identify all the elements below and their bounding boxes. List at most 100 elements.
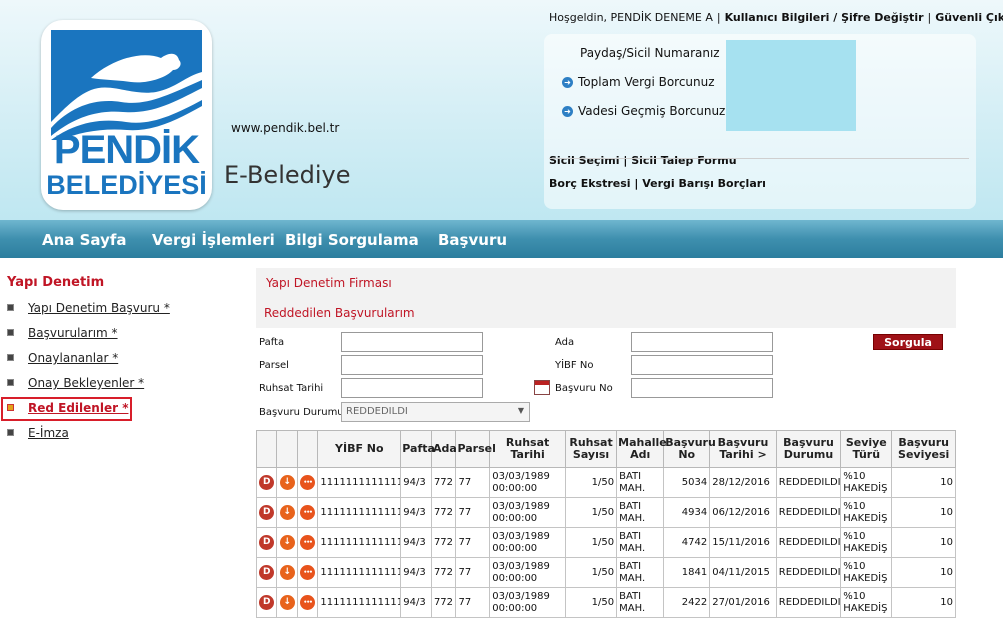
yibf-input[interactable] — [631, 355, 773, 375]
ruhsat-tarihi-input[interactable] — [341, 378, 483, 398]
download-icon[interactable]: ↓ — [279, 475, 295, 490]
overdue-debt-label: Vadesi Geçmiş Borcunuz — [578, 104, 726, 118]
col-header-ada[interactable]: Ada — [430, 430, 457, 468]
nav-bilgi-sorgulama[interactable]: Bilgi Sorgulama — [285, 231, 419, 249]
detail-icon[interactable]: D — [259, 565, 275, 580]
more-icon[interactable]: ••• — [300, 565, 316, 580]
basvuru-durumu-select[interactable]: REDDEDILDI ▼ — [341, 402, 530, 422]
search-button[interactable]: Sorgula — [873, 334, 943, 350]
row-action-cell: D — [255, 527, 278, 558]
table-row[interactable]: D ↓ ••• 1111111111111 94/3 772 77 03/03/1989 00… — [255, 467, 956, 498]
cell-mahalle: BATI MAH. — [616, 497, 665, 528]
parsel-input[interactable] — [341, 355, 483, 375]
yibf-label: YİBF No — [555, 360, 594, 371]
cell-parsel: 77 — [455, 497, 491, 528]
cell-parsel: 77 — [455, 557, 491, 588]
row-action-cell: ↓ — [276, 497, 298, 528]
cell-basvuru-no: 2422 — [663, 587, 711, 618]
more-icon[interactable]: ••• — [300, 535, 316, 550]
cell-mahalle: BATI MAH. — [616, 557, 665, 588]
ada-label: Ada — [555, 337, 575, 348]
arrow-right-icon: ➜ — [562, 77, 573, 88]
col-header-basvuru-no[interactable]: Başvuru No — [663, 430, 716, 468]
col-header-parsel[interactable]: Parsel — [455, 430, 496, 468]
cell-seviye-turu: %10 HAKEDİŞ — [840, 587, 893, 618]
cell-durum: REDDEDILDI — [775, 557, 842, 588]
cell-seviye-turu: %10 HAKEDİŞ — [840, 527, 893, 558]
download-icon[interactable]: ↓ — [279, 595, 295, 610]
user-info-link[interactable]: Kullanıcı Bilgileri / Şifre Değiştir — [725, 11, 924, 24]
nav-vergi-islemleri[interactable]: Vergi İşlemleri — [152, 231, 275, 249]
logout-link[interactable]: Güvenli Çıkış — [935, 11, 1003, 24]
table-row[interactable]: D ↓ ••• 1111111111111 94/3 772 77 03/03/1989 00… — [255, 497, 956, 528]
overdue-debt-row[interactable]: ➜ Vadesi Geçmiş Borcunuz — [562, 104, 725, 118]
sidebar-item-onaylananlar[interactable]: Onaylananlar * — [7, 351, 118, 365]
table-row[interactable]: D ↓ ••• 1111111111111 94/3 772 77 03/03/1989 00… — [255, 557, 956, 588]
sidebar-item-basvurularim[interactable]: Başvurularım * — [7, 326, 118, 340]
borc-ekstresi-link[interactable]: Borç Ekstresi — [549, 177, 631, 190]
cell-pafta: 94/3 — [400, 587, 432, 618]
pendik-logo[interactable]: PENDİK BELEDİYESİ — [41, 20, 212, 210]
more-icon[interactable]: ••• — [300, 505, 316, 520]
ada-input[interactable] — [631, 332, 773, 352]
dove-wave-icon — [51, 30, 202, 140]
pafta-label: Pafta — [259, 337, 285, 348]
row-action-cell: D — [255, 497, 278, 528]
sidebar-item-label[interactable]: Başvurularım * — [28, 326, 118, 340]
row-action-cell: D — [255, 467, 278, 498]
detail-icon[interactable]: D — [259, 595, 275, 610]
nav-ana-sayfa[interactable]: Ana Sayfa — [42, 231, 127, 249]
detail-icon[interactable]: D — [259, 475, 275, 490]
sidebar-item-e-imza[interactable]: E-İmza — [7, 426, 69, 440]
sidebar-item-onay-bekleyenler[interactable]: Onay Bekleyenler * — [7, 376, 144, 390]
cell-yibf: 1111111111111 — [317, 587, 402, 618]
basvuru-no-input[interactable] — [631, 378, 773, 398]
sicil-secimi-link[interactable]: Sicil Seçimi — [549, 154, 620, 167]
vergi-barisi-link[interactable]: Vergi Barışı Borçları — [642, 177, 766, 190]
col-header-ruhsat-tarihi[interactable]: Ruhsat Tarihi — [489, 430, 566, 468]
detail-icon[interactable]: D — [259, 535, 275, 550]
account-values-box — [726, 40, 856, 131]
parsel-label: Parsel — [259, 360, 289, 371]
col-header — [276, 430, 298, 468]
cell-seviye: 10 — [891, 557, 956, 588]
row-action-cell: ••• — [296, 527, 319, 558]
detail-icon[interactable]: D — [259, 505, 275, 520]
cell-durum: REDDEDILDI — [775, 467, 842, 498]
col-header-ruhsat-sayisi[interactable]: Ruhsat Sayısı — [564, 430, 618, 468]
more-icon[interactable]: ••• — [300, 475, 316, 490]
pafta-input[interactable] — [341, 332, 483, 352]
bullet-icon — [7, 379, 14, 386]
total-debt-row[interactable]: ➜ Toplam Vergi Borcunuz — [562, 75, 715, 89]
col-header-mahalle[interactable]: Mahalle Adı — [616, 430, 667, 468]
sidebar-item-label[interactable]: Onay Bekleyenler * — [28, 376, 144, 390]
cell-basvuru-tarihi: 06/12/2016 — [709, 497, 777, 528]
table-row[interactable]: D ↓ ••• 1111111111111 94/3 772 77 03/03/1989 00… — [255, 527, 956, 558]
sidebar-item-label[interactable]: E-İmza — [28, 426, 69, 440]
col-header-basvuru-tarihi[interactable]: Başvuru Tarihi > — [709, 430, 777, 468]
download-icon[interactable]: ↓ — [279, 565, 295, 580]
col-header-durum[interactable]: Başvuru Durumu — [775, 430, 842, 468]
col-header-yibf[interactable]: YİBF No — [317, 430, 402, 468]
col-header-seviye-turu[interactable]: Seviye Türü — [840, 430, 893, 468]
col-header-pafta[interactable]: Pafta — [400, 430, 435, 468]
user-bar: Hoşgeldin, PENDİK DENEME A | Kullanıcı Bil… — [549, 11, 1003, 24]
row-action-cell: ••• — [296, 497, 319, 528]
site-url: www.pendik.bel.tr — [231, 121, 340, 135]
table-row[interactable]: D ↓ ••• 1111111111111 94/3 772 77 03/03/1989 00… — [255, 587, 956, 618]
basvuru-durumu-label: Başvuru Durumu — [259, 407, 344, 418]
calendar-icon[interactable] — [534, 380, 550, 395]
sidebar-item-yapi-denetim-basvuru[interactable]: Yapı Denetim Başvuru * — [7, 301, 170, 315]
sidebar-item-label[interactable]: Yapı Denetim Başvuru * — [28, 301, 170, 315]
cell-basvuru-no: 5034 — [663, 467, 711, 498]
sidebar-item-label[interactable]: Onaylananlar * — [28, 351, 118, 365]
more-icon[interactable]: ••• — [300, 595, 316, 610]
total-debt-label: Toplam Vergi Borcunuz — [578, 75, 715, 89]
sicil-talep-link[interactable]: Sicil Talep Formu — [631, 154, 736, 167]
download-icon[interactable]: ↓ — [279, 535, 295, 550]
download-icon[interactable]: ↓ — [279, 505, 295, 520]
row-action-cell: ↓ — [276, 587, 298, 618]
nav-basvuru[interactable]: Başvuru — [438, 231, 507, 249]
cell-basvuru-tarihi: 28/12/2016 — [709, 467, 777, 498]
col-header-seviye[interactable]: Başvuru Seviyesi — [891, 430, 956, 468]
